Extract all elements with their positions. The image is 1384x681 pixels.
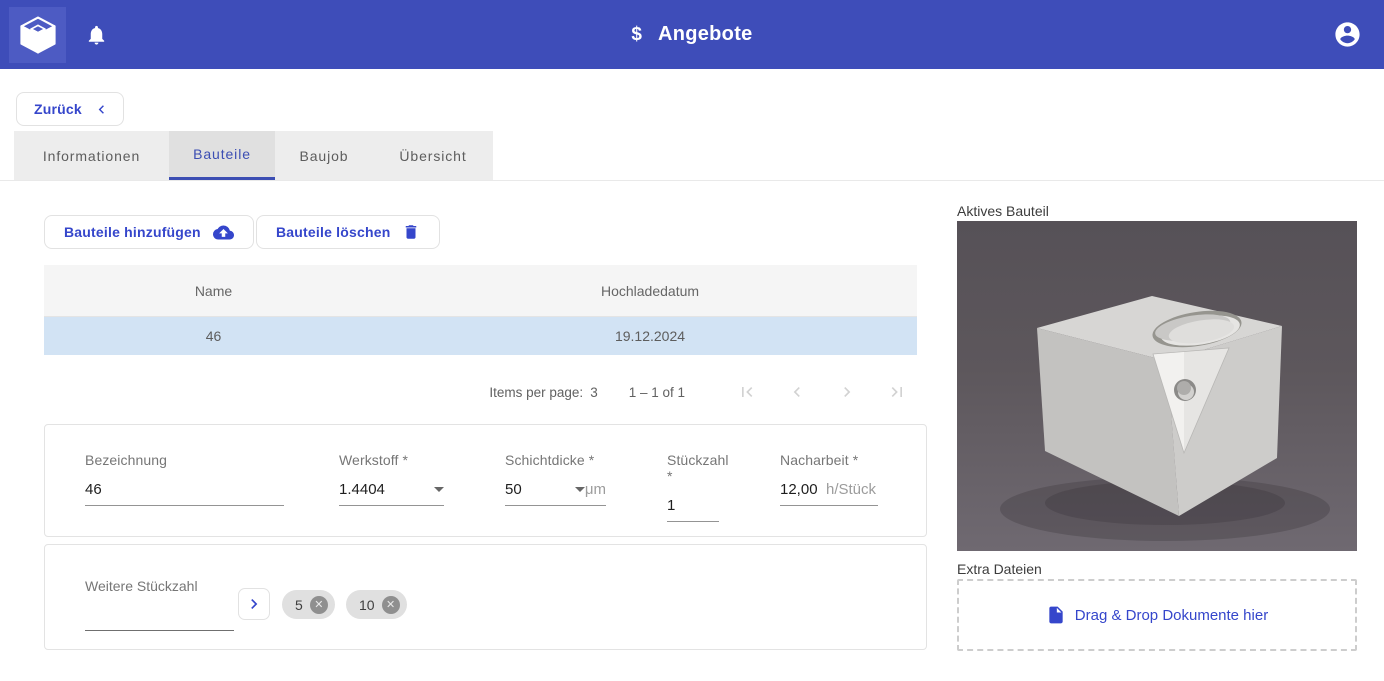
- add-parts-label: Bauteile hinzufügen: [64, 224, 201, 240]
- notifications-bell-icon[interactable]: [85, 22, 109, 48]
- column-header-name: Name: [44, 265, 383, 316]
- additional-quantity-card: Weitere Stückzahl 5 10: [44, 544, 927, 650]
- angebote-page: $ Angebote Zurück Informationen Bauteile…: [0, 0, 1384, 681]
- tab-uebersicht[interactable]: Übersicht: [373, 131, 493, 180]
- cell-hochladedatum: 19.12.2024: [383, 317, 917, 355]
- paginator-nav: [737, 382, 907, 402]
- schichtdicke-unit: μm: [585, 481, 606, 498]
- dollar-icon: $: [631, 24, 642, 46]
- add-parts-button[interactable]: Bauteile hinzufügen: [44, 215, 254, 249]
- extra-files-label: Extra Dateien: [957, 561, 1042, 577]
- chip-value: 10: [359, 597, 375, 613]
- stueckzahl-label: Stückzahl *: [667, 452, 719, 484]
- schichtdicke-select[interactable]: μm: [505, 481, 606, 506]
- app-logo: [9, 7, 66, 63]
- last-page-icon[interactable]: [887, 382, 907, 402]
- page-title: Angebote: [658, 23, 753, 46]
- dropdown-caret-icon[interactable]: [434, 487, 444, 492]
- tab-informationen[interactable]: Informationen: [14, 131, 169, 180]
- stueckzahl-field: Stückzahl *: [667, 452, 719, 522]
- part-details-card: Bezeichnung Werkstoff * Schichtdicke * μ…: [44, 424, 927, 537]
- back-button[interactable]: Zurück: [16, 92, 124, 126]
- bezeichnung-field: Bezeichnung: [85, 452, 284, 506]
- nacharbeit-field: Nacharbeit * h/Stück: [780, 452, 878, 506]
- weitere-stueckzahl-label: Weitere Stückzahl: [85, 578, 198, 594]
- document-icon: [1046, 605, 1066, 625]
- nacharbeit-unit: h/Stück: [826, 481, 876, 498]
- quantity-chip: 10: [346, 590, 407, 619]
- chevron-right-icon: [244, 594, 264, 614]
- part-3d-render: [957, 221, 1357, 551]
- cloud-upload-icon: [213, 222, 234, 243]
- header-title-group: $ Angebote: [0, 0, 1384, 69]
- cell-name: 46: [44, 317, 383, 355]
- nacharbeit-label: Nacharbeit *: [780, 452, 878, 468]
- dropzone-label: Drag & Drop Dokumente hier: [1075, 607, 1268, 624]
- werkstoff-field: Werkstoff *: [339, 452, 444, 506]
- documents-dropzone[interactable]: Drag & Drop Dokumente hier: [957, 579, 1357, 651]
- tab-label: Bauteile: [193, 146, 251, 162]
- divider: [0, 180, 1384, 181]
- quantity-chip: 5: [282, 590, 335, 619]
- tab-bauteile[interactable]: Bauteile: [169, 131, 275, 180]
- items-per-page-label: Items per page:: [489, 385, 583, 400]
- werkstoff-select[interactable]: [339, 481, 444, 506]
- items-per-page-value[interactable]: 3: [590, 385, 598, 400]
- active-part-label: Aktives Bauteil: [957, 203, 1049, 219]
- delete-parts-label: Bauteile löschen: [276, 224, 390, 240]
- trash-icon: [402, 223, 420, 241]
- paginator-range: 1 – 1 of 1: [629, 385, 685, 400]
- tab-label: Informationen: [43, 148, 140, 164]
- delete-parts-button[interactable]: Bauteile löschen: [256, 215, 440, 249]
- table-header-row: Name Hochladedatum: [44, 265, 917, 317]
- add-quantity-button[interactable]: [238, 588, 270, 620]
- bezeichnung-input[interactable]: [85, 481, 284, 498]
- bezeichnung-label: Bezeichnung: [85, 452, 284, 468]
- werkstoff-value[interactable]: [339, 481, 434, 498]
- werkstoff-label: Werkstoff *: [339, 452, 444, 468]
- back-button-label: Zurück: [34, 101, 82, 117]
- column-header-hochladedatum: Hochladedatum: [383, 265, 917, 316]
- next-page-icon[interactable]: [837, 382, 857, 402]
- previous-page-icon[interactable]: [787, 382, 807, 402]
- app-header: $ Angebote: [0, 0, 1384, 69]
- tab-baujob[interactable]: Baujob: [275, 131, 373, 180]
- schichtdicke-field: Schichtdicke * μm: [505, 452, 606, 506]
- parts-table: Name Hochladedatum 46 19.12.2024: [44, 265, 917, 355]
- chip-remove-icon[interactable]: [310, 596, 328, 614]
- schichtdicke-value[interactable]: [505, 481, 575, 498]
- chip-value: 5: [295, 597, 303, 613]
- weitere-stueckzahl-input[interactable]: [85, 607, 234, 631]
- tab-bar: Informationen Bauteile Baujob Übersicht: [14, 131, 493, 180]
- first-page-icon[interactable]: [737, 382, 757, 402]
- cube-logo-icon: [16, 13, 60, 57]
- schichtdicke-label: Schichtdicke *: [505, 452, 606, 468]
- table-row[interactable]: 46 19.12.2024: [44, 317, 917, 355]
- chip-remove-icon[interactable]: [382, 596, 400, 614]
- chevron-left-icon: [93, 101, 110, 118]
- nacharbeit-input[interactable]: [780, 481, 826, 498]
- paginator: Items per page: 3 1 – 1 of 1: [44, 372, 907, 412]
- tab-label: Übersicht: [399, 148, 466, 164]
- tab-label: Baujob: [300, 148, 349, 164]
- part-3d-viewer[interactable]: [957, 221, 1357, 551]
- stueckzahl-input[interactable]: [667, 497, 719, 514]
- dropdown-caret-icon[interactable]: [575, 487, 585, 492]
- account-icon[interactable]: [1333, 20, 1362, 49]
